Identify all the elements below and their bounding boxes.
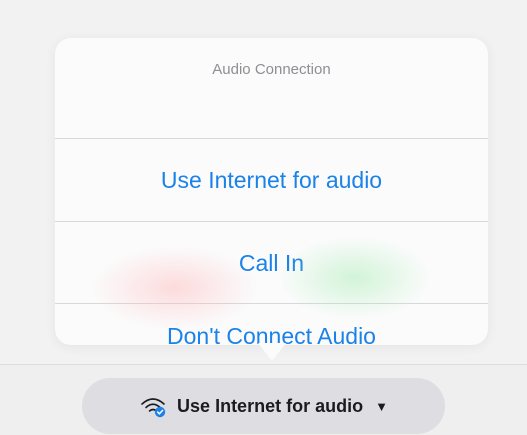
- popover-arrow: [258, 343, 286, 361]
- wifi-audio-icon: [139, 394, 169, 418]
- dont-connect-audio-option[interactable]: Don't Connect Audio: [55, 304, 488, 346]
- popover-title: Audio Connection: [212, 60, 331, 78]
- audio-connection-button[interactable]: Use Internet for audio ▼: [82, 378, 445, 434]
- caret-down-icon: ▼: [375, 398, 388, 414]
- audio-button-label: Use Internet for audio: [177, 395, 364, 416]
- use-internet-audio-option[interactable]: Use Internet for audio: [55, 139, 488, 221]
- audio-connection-popover: Audio Connection Use Internet for audio …: [55, 38, 488, 345]
- call-in-option[interactable]: Call In: [55, 222, 488, 304]
